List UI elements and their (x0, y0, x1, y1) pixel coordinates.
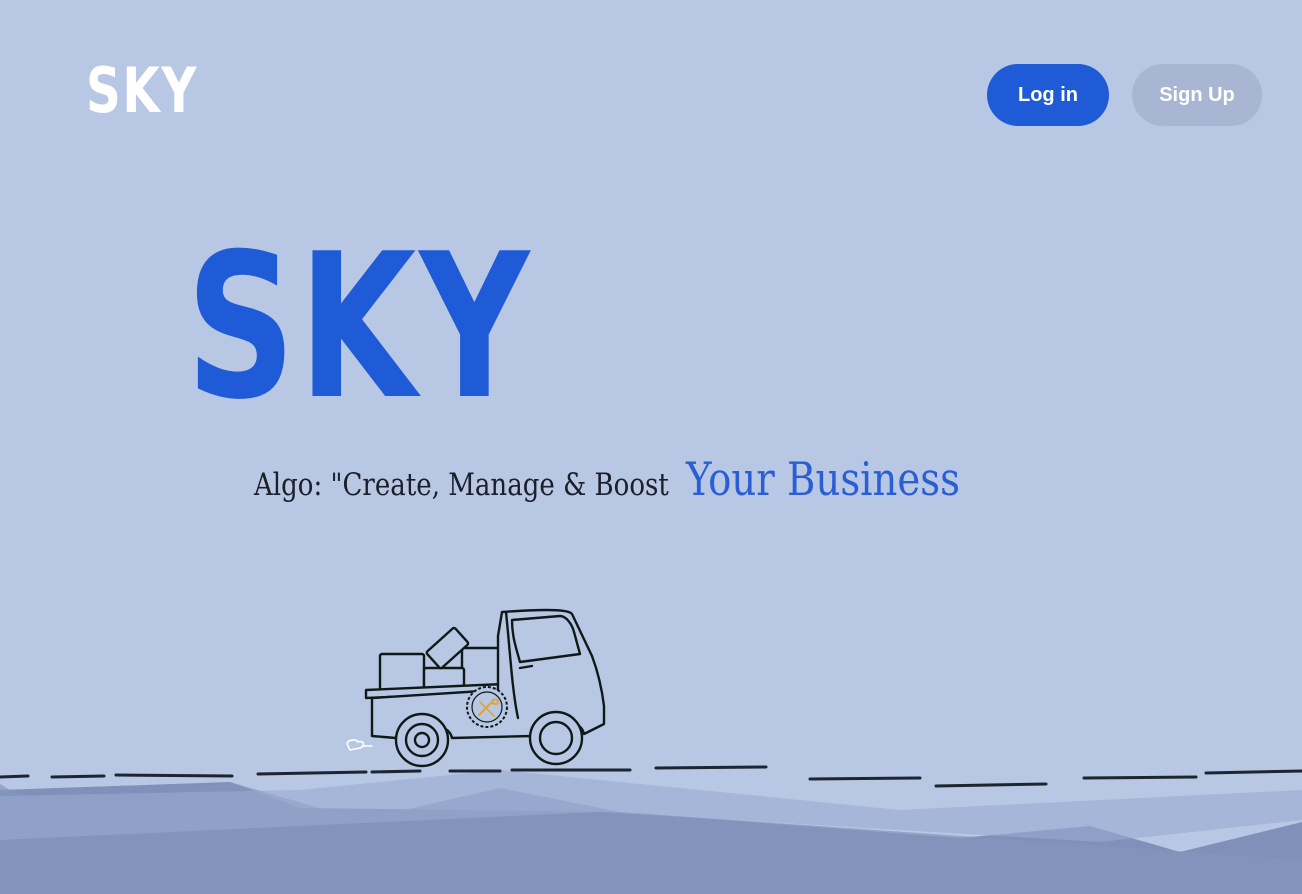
wrench-badge-icon (466, 686, 508, 728)
logo[interactable]: SKY (86, 58, 198, 124)
tagline-prefix: Algo: "Create, Manage & Boost (254, 467, 669, 503)
road-line (0, 765, 1302, 788)
hills (0, 770, 1302, 894)
truck-illustration (346, 608, 606, 768)
signup-button[interactable]: Sign Up (1132, 64, 1262, 126)
tagline: Algo: "Create, Manage & Boost Your Busine… (254, 452, 1012, 506)
road-scene (0, 608, 1302, 894)
login-button[interactable]: Log in (987, 64, 1109, 126)
hero-title: SKY (186, 211, 533, 444)
tagline-highlight: Your Business (686, 452, 960, 506)
